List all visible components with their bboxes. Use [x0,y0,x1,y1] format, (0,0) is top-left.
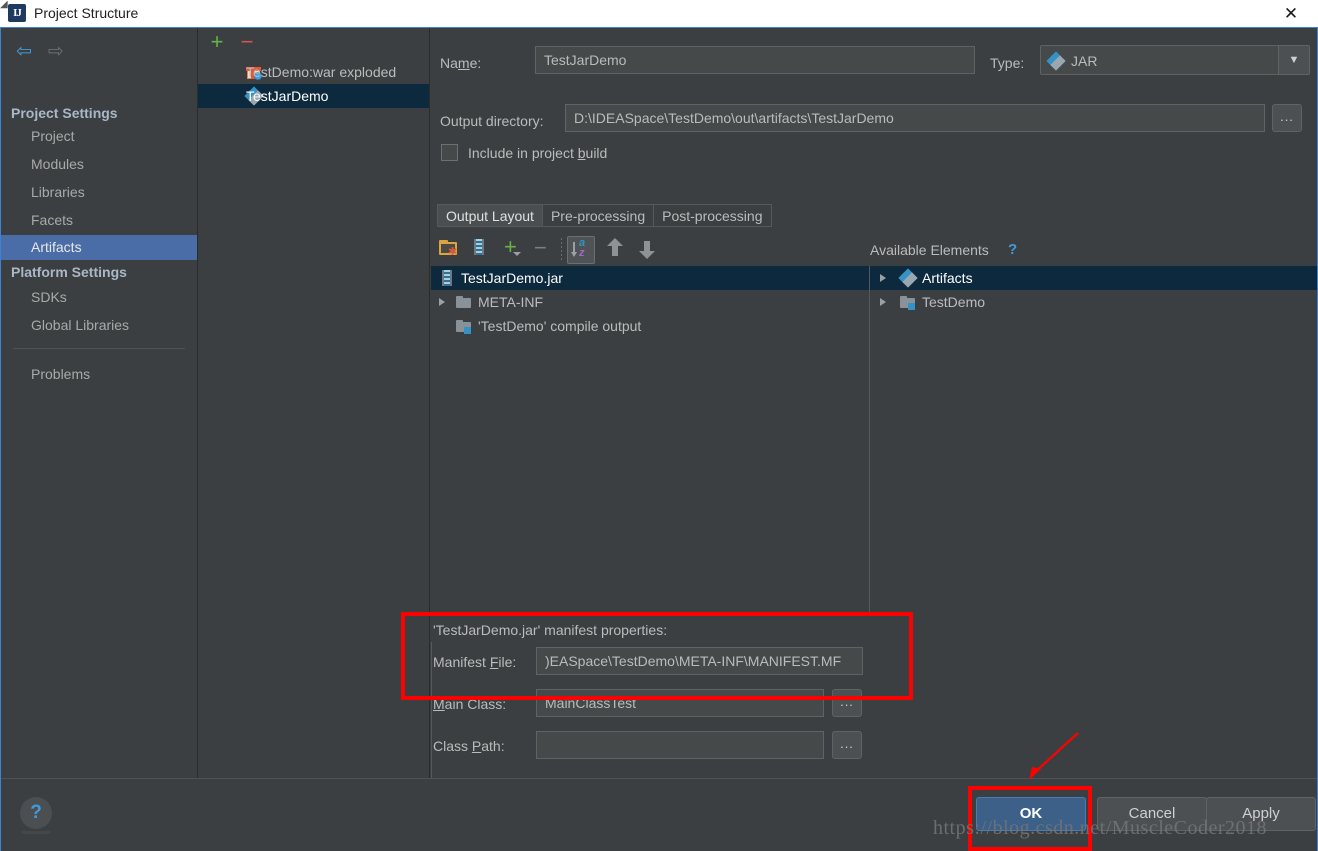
available-elements-help-icon[interactable]: ? [1008,239,1017,261]
manifest-file-label: Manifest File: [433,652,516,672]
class-path-input[interactable] [536,731,824,759]
remove-artifact-button[interactable]: − [236,32,258,54]
tree-row-label: TestDemo [922,290,985,314]
manifest-section-label: 'TestJarDemo.jar' manifest properties: [433,620,667,640]
list-item-label: TestDemo:war exploded [246,60,396,84]
sidebar-item-problems[interactable]: Problems [1,362,197,386]
name-label: Name: [440,53,481,73]
chevron-right-icon[interactable] [880,274,886,282]
remove-icon[interactable]: − [534,239,556,261]
watermark-text: https://blog.csdn.net/MuscleCoder2018 [933,817,1267,840]
module-icon [900,294,916,310]
tab-post-processing[interactable]: Post-processing [653,204,771,227]
list-item[interactable]: TestDemo:war exploded [198,60,429,84]
settings-sidebar: ⇦ ⇨ Project Settings Project Modules Lib… [1,28,198,778]
include-in-project-build-label: Include in project build [468,143,607,163]
sidebar-divider [13,348,185,349]
intellij-idea-icon: IJ [8,4,26,22]
list-item-label: TestJarDemo [246,84,328,108]
diamond-jar-icon [1048,53,1064,69]
folder-icon [456,294,472,310]
toolbar-divider [561,238,562,262]
module-output-icon [456,318,472,334]
tab-output-layout[interactable]: Output Layout [437,204,542,227]
chevron-down-icon[interactable]: ▼ [1278,46,1309,74]
available-elements-label: Available Elements [870,239,989,261]
tree-row[interactable]: 'TestDemo' compile output [431,314,869,338]
output-layout-toolbar: ✱ + − az [431,234,871,266]
create-directory-icon[interactable]: ✱ [439,239,461,261]
move-up-icon[interactable] [605,239,627,261]
jar-icon [439,270,455,286]
output-directory-browse-button[interactable]: ... [1272,104,1302,132]
window-title-bar: ◢ IJ Project Structure ✕ [0,0,1318,28]
tree-row-label: TestJarDemo.jar [461,266,563,290]
help-icon[interactable]: ? [20,797,52,829]
sidebar-item-global-libraries[interactable]: Global Libraries [1,313,197,337]
diamond-jar-icon [900,270,916,286]
tree-row-label: META-INF [478,290,543,314]
tree-row-label: 'TestDemo' compile output [478,314,641,338]
type-value: JAR [1071,46,1097,76]
add-copy-icon[interactable]: + [501,239,523,261]
sidebar-item-modules[interactable]: Modules [1,152,197,176]
type-label: Type: [990,53,1024,73]
forward-arrow-icon[interactable]: ⇨ [43,38,69,64]
main-class-browse-button[interactable]: ... [832,689,862,717]
navigation-arrows: ⇦ ⇨ [11,38,81,64]
back-arrow-icon[interactable]: ⇦ [11,38,37,64]
add-artifact-button[interactable]: + [206,32,228,54]
manifest-divider [431,614,869,615]
dialog-frame: ⇦ ⇨ Project Settings Project Modules Lib… [0,27,1318,851]
tree-row[interactable]: META-INF [431,290,869,314]
type-dropdown[interactable]: JAR ▼ [1040,45,1310,75]
dialog-button-bar: OK Cancel Apply [1,778,1317,851]
processing-tabs: Output Layout Pre-processing Post-proces… [437,204,772,227]
main-class-input[interactable]: MainClassTest [536,689,824,717]
create-archive-icon[interactable] [471,239,493,261]
sidebar-item-artifacts[interactable]: Artifacts [1,235,197,260]
tree-row[interactable]: TestDemo [870,290,1317,314]
output-layout-tree: TestJarDemo.jar META-INF 'TestDemo' comp… [431,266,869,614]
include-in-project-build-checkbox[interactable] [441,144,458,161]
class-path-label: Class Path: [433,736,505,756]
artifacts-list-panel: + − TestDemo:war exploded TestJarDemo [198,28,430,778]
chevron-right-icon[interactable] [880,298,886,306]
move-down-icon[interactable] [637,239,659,261]
sidebar-group-platform-settings: Platform Settings [1,261,197,283]
project-structure-dialog: ◢ IJ Project Structure ✕ ⇦ ⇨ Project Set… [0,0,1318,851]
help-icon-shadow [22,831,50,834]
name-input[interactable]: TestJarDemo [535,46,975,74]
tree-row[interactable]: TestJarDemo.jar [431,266,869,290]
chevron-right-icon[interactable] [439,298,445,306]
output-directory-input[interactable]: D:\IDEASpace\TestDemo\out\artifacts\Test… [565,104,1265,132]
manifest-file-input[interactable]: )EASpace\TestDemo\META-INF\MANIFEST.MF [536,647,863,675]
list-item[interactable]: TestJarDemo [198,84,429,108]
tree-row[interactable]: Artifacts [870,266,1317,290]
main-class-label: Main Class: [433,694,506,714]
tree-row-label: Artifacts [922,266,973,290]
output-directory-label: Output directory: [440,111,544,131]
sort-az-icon[interactable]: az [567,236,595,264]
sidebar-item-project[interactable]: Project [1,124,197,148]
sidebar-item-facets[interactable]: Facets [1,208,197,232]
window-title: Project Structure [34,4,138,23]
available-elements-tree: Artifacts TestDemo [870,266,1317,614]
sidebar-item-sdks[interactable]: SDKs [1,285,197,309]
sidebar-item-libraries[interactable]: Libraries [1,180,197,204]
artifacts-list-toolbar: + − [198,28,429,58]
sidebar-group-project-settings: Project Settings [1,102,197,124]
close-icon[interactable]: ✕ [1270,0,1312,26]
tab-pre-processing[interactable]: Pre-processing [542,204,653,227]
class-path-browse-button[interactable]: ... [832,731,862,759]
